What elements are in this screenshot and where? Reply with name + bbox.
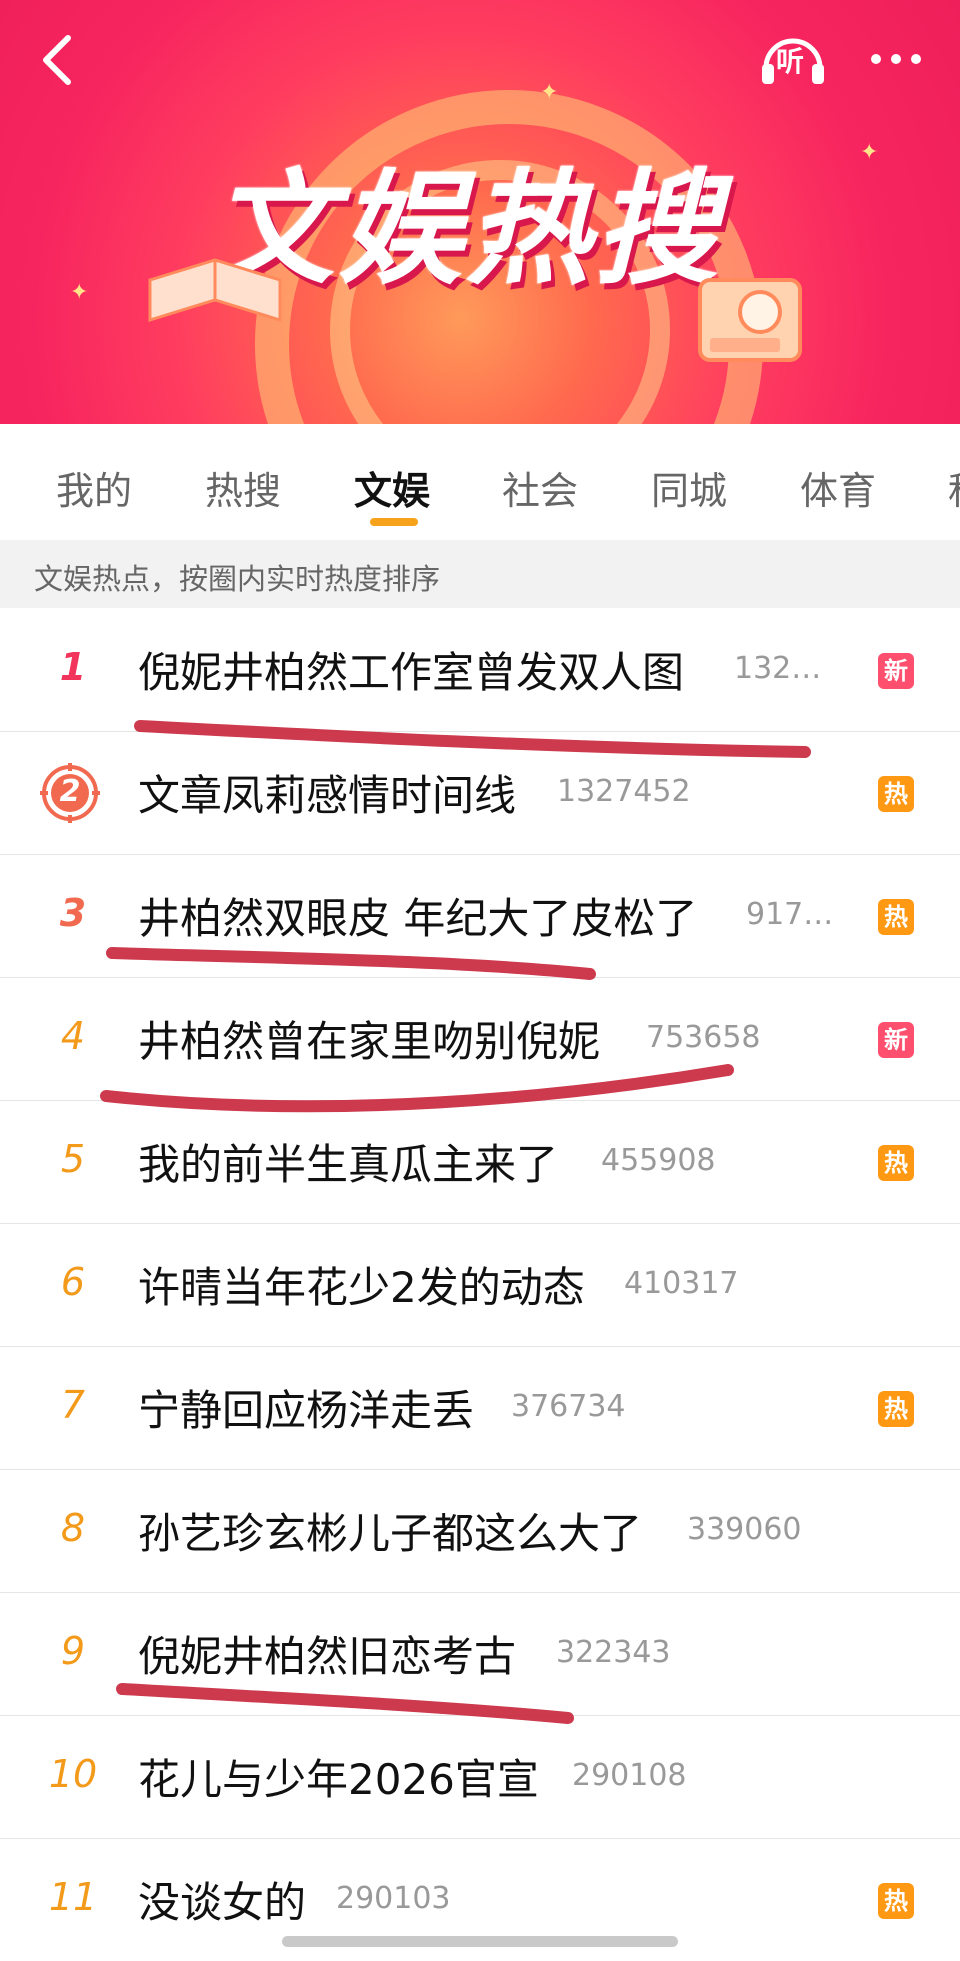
- heat-count: 917…: [746, 897, 834, 932]
- book-icon: [148, 258, 282, 323]
- heat-count: 290108: [572, 1758, 687, 1793]
- tab-mine[interactable]: 我的: [56, 460, 132, 515]
- rank-number: 4: [60, 1014, 86, 1058]
- rank-number: 7: [60, 1383, 86, 1427]
- item-title: 文章凤莉感情时间线: [138, 771, 517, 820]
- heat-count: 322343: [556, 1635, 671, 1670]
- tab-society[interactable]: 社会: [502, 460, 578, 515]
- listen-icon[interactable]: 听: [758, 28, 828, 88]
- tab-entertainment[interactable]: 文娱: [354, 460, 430, 515]
- active-tab-indicator: [370, 518, 418, 526]
- more-icon[interactable]: [866, 44, 926, 74]
- rank-number: 2: [59, 774, 81, 809]
- tab-hot-search[interactable]: 热搜: [205, 460, 281, 515]
- item-title: 井柏然双眼皮 年纪大了皮松了: [138, 894, 698, 943]
- subheader-text: 文娱热点，按圈内实时热度排序: [34, 562, 441, 596]
- item-title: 倪妮井柏然旧恋考古: [138, 1632, 517, 1681]
- list-item[interactable]: 9 倪妮井柏然旧恋考古 322343: [0, 1593, 960, 1716]
- list-subheader: 文娱热点，按圈内实时热度排序: [0, 540, 960, 608]
- heat-count: 753658: [646, 1020, 761, 1055]
- list-item[interactable]: 4 井柏然曾在家里吻别倪妮 753658 新: [0, 978, 960, 1101]
- list-item[interactable]: 2 文章凤莉感情时间线 1327452 热: [0, 732, 960, 855]
- item-title: 许晴当年花少2发的动态: [138, 1263, 585, 1312]
- new-badge: 新: [878, 653, 914, 689]
- item-title: 没谈女的: [138, 1878, 307, 1927]
- rank-number: 6: [60, 1260, 86, 1304]
- list-item[interactable]: 7 宁静回应杨洋走丢 376734 热: [0, 1347, 960, 1470]
- camera-icon: [698, 278, 802, 362]
- rank-number: 9: [60, 1629, 86, 1673]
- heat-count: 132…: [734, 651, 822, 686]
- rank-number: 1: [59, 645, 87, 689]
- list-item[interactable]: 1 倪妮井柏然工作室曾发双人图 132… 新: [0, 609, 960, 732]
- heat-count: 376734: [511, 1389, 626, 1424]
- hot-badge: 热: [878, 899, 914, 935]
- item-title: 花儿与少年2026官宣: [138, 1755, 539, 1804]
- list-item[interactable]: 3 井柏然双眼皮 年纪大了皮松了 917… 热: [0, 855, 960, 978]
- hot-badge: 热: [878, 776, 914, 812]
- heat-count: 339060: [687, 1512, 802, 1547]
- heat-count: 1327452: [557, 774, 691, 809]
- list-item[interactable]: 6 许晴当年花少2发的动态 410317: [0, 1224, 960, 1347]
- rank-number: 3: [59, 891, 87, 935]
- tab-tech[interactable]: 科: [948, 460, 960, 515]
- heat-count: 290103: [336, 1881, 451, 1916]
- category-tabs: 我的 热搜 文娱 社会 同城 体育 科: [0, 424, 960, 540]
- list-item[interactable]: 5 我的前半生真瓜主来了 455908 热: [0, 1101, 960, 1224]
- tab-sports[interactable]: 体育: [800, 460, 876, 515]
- item-title: 倪妮井柏然工作室曾发双人图: [138, 648, 685, 697]
- rank-number: 11: [48, 1875, 98, 1919]
- list-item[interactable]: 10 花儿与少年2026官宣 290108: [0, 1716, 960, 1839]
- hot-badge: 热: [878, 1391, 914, 1427]
- banner: ✦ ✦ ✦ 听 文娱热搜: [0, 0, 960, 424]
- rank-medal-icon: 2: [40, 763, 100, 823]
- item-title: 井柏然曾在家里吻别倪妮: [138, 1017, 601, 1066]
- star-decoration: ✦: [860, 140, 879, 165]
- new-badge: 新: [878, 1022, 914, 1058]
- heat-count: 410317: [624, 1266, 739, 1301]
- item-title: 我的前半生真瓜主来了: [138, 1140, 559, 1189]
- heat-count: 455908: [601, 1143, 716, 1178]
- item-title: 宁静回应杨洋走丢: [138, 1386, 475, 1435]
- star-decoration: ✦: [70, 280, 89, 305]
- rank-number: 8: [60, 1506, 86, 1550]
- back-icon[interactable]: [38, 30, 78, 90]
- rank-number: 10: [48, 1752, 98, 1796]
- list-item[interactable]: 8 孙艺珍玄彬儿子都这么大了 339060: [0, 1470, 960, 1593]
- star-decoration: ✦: [540, 80, 559, 105]
- item-title: 孙艺珍玄彬儿子都这么大了: [138, 1509, 643, 1558]
- rank-number: 5: [60, 1137, 86, 1181]
- home-indicator: [282, 1936, 678, 1947]
- hot-badge: 热: [878, 1883, 914, 1919]
- listen-label: 听: [776, 45, 805, 78]
- tab-local[interactable]: 同城: [651, 460, 727, 515]
- hot-badge: 热: [878, 1145, 914, 1181]
